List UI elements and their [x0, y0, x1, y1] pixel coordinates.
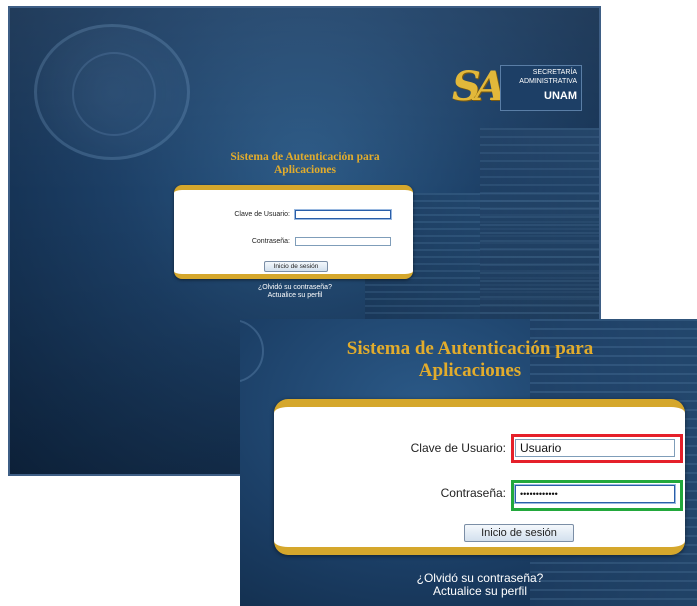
password-input[interactable]	[295, 237, 391, 246]
sa-logo-letters: SA	[452, 63, 506, 110]
sa-logo-icon: SA SECRETARÍA ADMINISTRATIVA UNAM	[452, 61, 584, 113]
zoomed-login-panel: Sistema de Autenticación para Aplicacion…	[240, 319, 697, 606]
sa-logo-line1: SECRETARÍA	[532, 69, 577, 76]
zoom-password-label: Contraseña:	[440, 486, 506, 500]
sa-logo-line2: ADMINISTRATIVA	[519, 78, 577, 85]
forgot-password-line1[interactable]: ¿Olvidó su contraseña?	[195, 284, 395, 292]
zoom-seal-icon	[240, 319, 264, 383]
unam-seal-icon	[34, 24, 190, 160]
update-profile-line2[interactable]: Actualice su perfil	[195, 292, 395, 300]
zoom-username-label: Clave de Usuario:	[410, 441, 506, 455]
forgot-password-link[interactable]: ¿Olvidó su contraseña? Actualice su perf…	[195, 284, 395, 300]
page-title: Sistema de Autenticación para Aplicacion…	[185, 151, 425, 177]
sa-logo-text-box: SECRETARÍA ADMINISTRATIVA UNAM	[500, 65, 582, 111]
page-title-line2: Aplicaciones	[274, 164, 336, 176]
login-card: Clave de Usuario: Contraseña: Inicio de …	[174, 185, 413, 279]
zoom-forgot-password-link[interactable]: ¿Olvidó su contraseña? Actualice su perf…	[370, 572, 590, 598]
zoom-page-title-line2: Aplicaciones	[418, 360, 522, 381]
page-title-line1: Sistema de Autenticación para	[230, 151, 380, 163]
login-button[interactable]: Inicio de sesión	[264, 261, 328, 272]
zoom-update-profile-line2[interactable]: Actualice su perfil	[370, 585, 590, 598]
zoom-login-button[interactable]: Inicio de sesión	[464, 524, 574, 542]
zoom-login-card: Clave de Usuario: Usuario Contraseña: ••…	[274, 399, 685, 555]
username-label: Clave de Usuario:	[234, 211, 290, 218]
zoom-username-input[interactable]: Usuario	[515, 439, 675, 457]
zoom-password-input[interactable]: ••••••••••••	[515, 485, 675, 503]
zoom-page-title: Sistema de Autenticación para Aplicacion…	[270, 338, 670, 382]
password-label: Contraseña:	[251, 238, 290, 245]
zoom-page-title-line1: Sistema de Autenticación para	[346, 338, 594, 359]
sa-logo-line3: UNAM	[544, 90, 577, 102]
username-input[interactable]	[295, 210, 391, 219]
